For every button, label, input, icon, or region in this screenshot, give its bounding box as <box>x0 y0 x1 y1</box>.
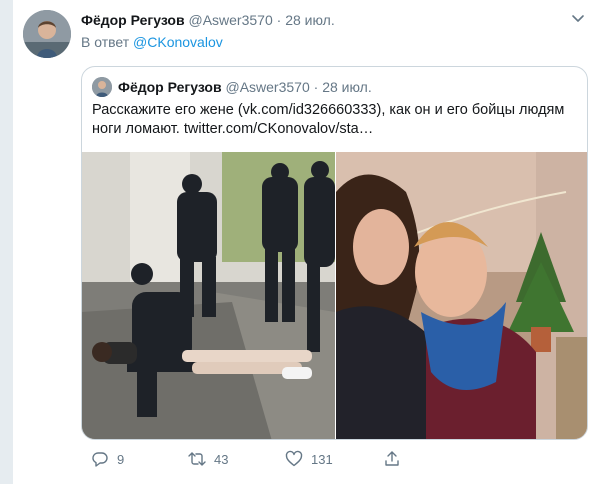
author-handle[interactable]: @Aswer3570 <box>188 12 272 28</box>
avatar[interactable] <box>23 10 71 58</box>
share-action[interactable] <box>383 450 409 468</box>
media-gallery <box>82 152 587 439</box>
reply-icon[interactable] <box>91 450 109 468</box>
reply-action[interactable]: 9 <box>91 450 124 468</box>
quoted-avatar <box>92 77 112 97</box>
separator: · <box>313 79 319 95</box>
reply-mention[interactable]: @CKonovalov <box>133 34 223 50</box>
photo-police-arrest[interactable] <box>82 152 335 439</box>
quoted-header: Фёдор Регузов @Aswer3570 · 28 июл. <box>92 77 372 97</box>
quoted-text: Расскажите его жене (vk.com/id326660333)… <box>92 102 565 137</box>
quoted-tweet[interactable]: Фёдор Регузов @Aswer3570 · 28 июл. Расск… <box>81 66 588 440</box>
like-action[interactable]: 131 <box>285 450 333 468</box>
tweet-date[interactable]: 28 июл. <box>285 12 335 28</box>
quoted-author-handle: @Aswer3570 <box>225 79 310 95</box>
tweet-header: Фёдор Регузов @Aswer3570 · 28 июл. <box>81 12 335 28</box>
retweet-action[interactable]: 43 <box>188 450 228 468</box>
separator: · <box>276 12 282 28</box>
quoted-date: 28 июл. <box>322 79 372 95</box>
quoted-author-name: Фёдор Регузов <box>118 79 222 95</box>
reply-count: 9 <box>117 451 125 467</box>
like-count: 131 <box>311 451 333 467</box>
like-icon[interactable] <box>285 450 303 468</box>
tweet[interactable]: Фёдор Регузов @Aswer3570 · 28 июл. В отв… <box>12 0 600 484</box>
photo-couple[interactable] <box>336 152 587 439</box>
share-icon[interactable] <box>383 450 401 468</box>
retweet-count: 43 <box>214 451 229 467</box>
reply-context: В ответ @CKonovalov <box>81 34 223 50</box>
chevron-down-icon[interactable] <box>570 10 586 26</box>
retweet-icon[interactable] <box>188 450 206 468</box>
reply-prefix: В ответ <box>81 34 130 50</box>
author-name[interactable]: Фёдор Регузов <box>81 12 185 28</box>
tweet-actions: 9 43 131 <box>81 450 501 472</box>
